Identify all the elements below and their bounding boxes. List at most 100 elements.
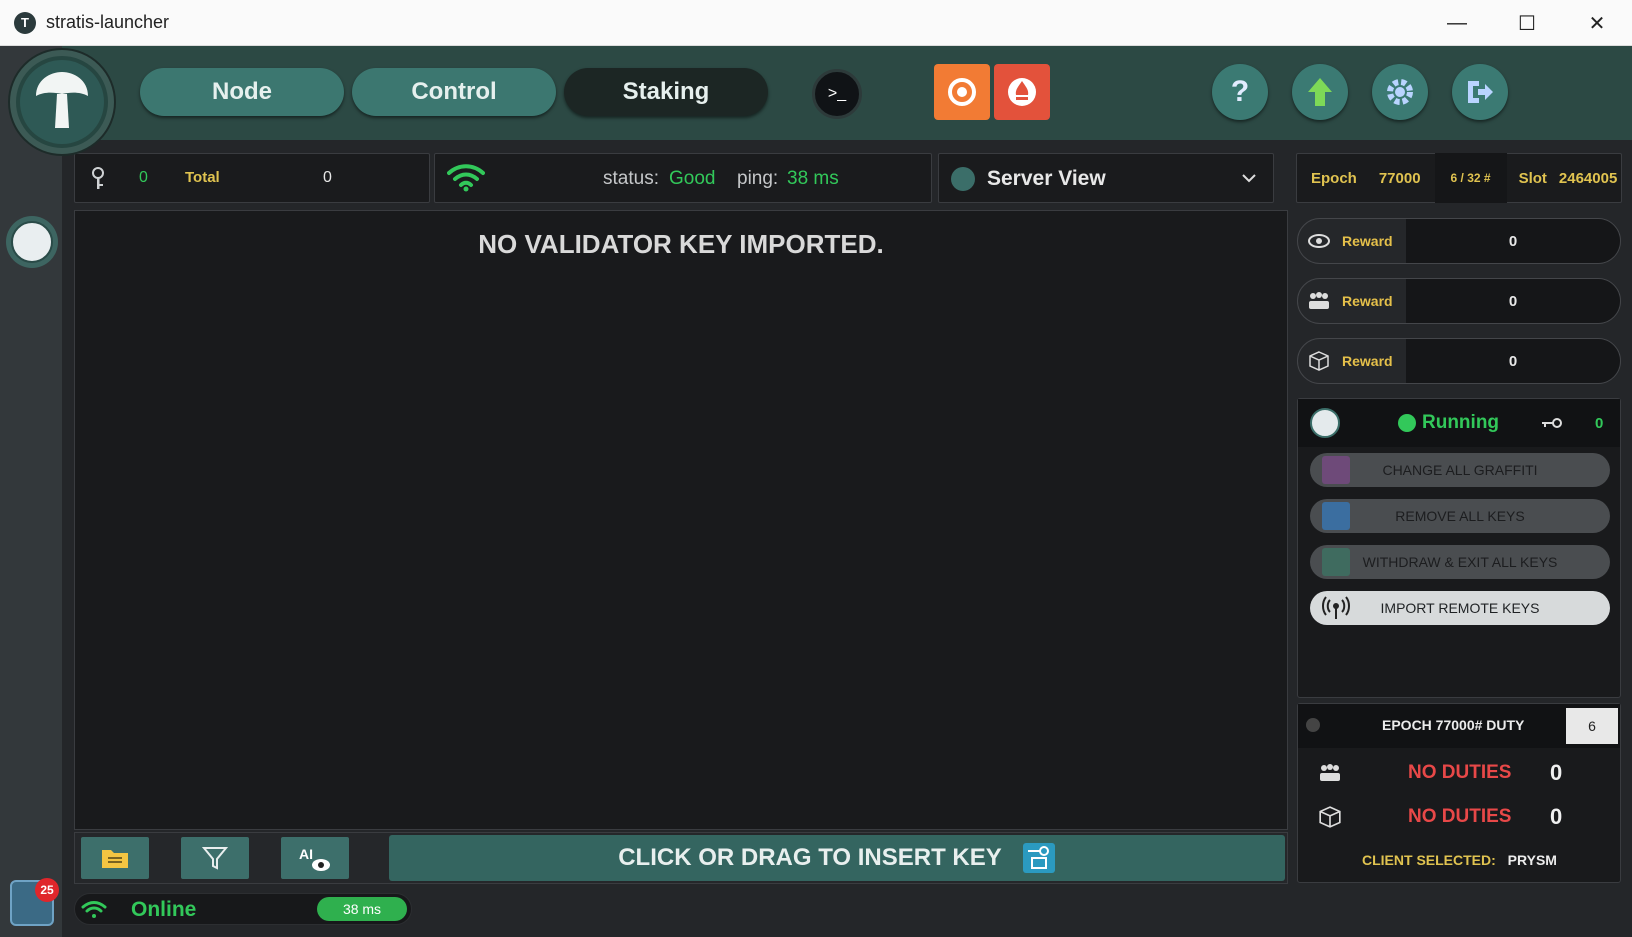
reward-value: 0 (1406, 219, 1620, 263)
connection-status: Online 38 ms (74, 893, 412, 925)
withdraw-exit-all-keys-button[interactable]: WITHDRAW & EXIT ALL KEYS (1310, 545, 1610, 579)
key-upload-icon (1022, 843, 1055, 873)
online-status: Online (131, 898, 197, 921)
duty-value: 0 (1550, 760, 1563, 785)
filter-button[interactable] (181, 837, 249, 879)
running-status-dot (1398, 414, 1416, 432)
folder-button[interactable] (81, 837, 149, 879)
window-title: stratis-launcher (46, 12, 170, 32)
key-icon (1542, 418, 1563, 428)
settings-button[interactable] (1372, 64, 1428, 120)
reward-attestation: Reward 0 (1297, 218, 1621, 264)
total-label: Total (185, 169, 220, 186)
mushroom-icon (36, 72, 88, 128)
cube-icon (1319, 806, 1341, 828)
logout-icon (1468, 81, 1493, 103)
import-remote-keys-button[interactable]: IMPORT REMOTE KEYS (1310, 591, 1610, 625)
ping-pill: 38 ms (317, 897, 407, 921)
maximize-button[interactable]: ☐ (1492, 0, 1562, 46)
chevron-down-icon (1242, 174, 1256, 183)
nav-node-button[interactable]: Node (140, 68, 344, 116)
reward-label: Reward (1342, 353, 1393, 369)
no-key-message: NO VALIDATOR KEY IMPORTED. (478, 229, 884, 259)
prometheus-icon[interactable] (994, 64, 1050, 120)
change-all-graffiti-button[interactable]: CHANGE ALL GRAFFITI (1310, 453, 1610, 487)
ai-view-button[interactable]: AI (281, 837, 349, 879)
status-label: status: (603, 168, 659, 189)
reward-label: Reward (1342, 293, 1393, 309)
validator-header: Running 0 (1298, 399, 1620, 447)
reward-value: 0 (1406, 279, 1620, 323)
reward-sync-committee: Reward 0 (1297, 278, 1621, 324)
insert-key-label: CLICK OR DRAG TO INSERT KEY (618, 844, 1002, 871)
status-value: Good (669, 168, 716, 189)
validator-panel: Running 0 CHANGE ALL GRAFFITI REMOVE ALL… (1297, 398, 1621, 698)
nav-control-button[interactable]: Control (352, 68, 556, 116)
ping-value: 38 ms (787, 168, 839, 189)
stereum-logo[interactable] (10, 50, 114, 154)
ping-label: ping: (737, 168, 779, 189)
arrow-up-icon (1308, 78, 1332, 106)
nav-staking-button[interactable]: Staking (564, 68, 768, 116)
client-selected-value: PRYSM (1507, 852, 1557, 868)
app-icon: T (14, 11, 36, 34)
window-controls: — ☐ ✕ (1422, 0, 1632, 46)
update-button[interactable] (1292, 64, 1348, 120)
key-icon (92, 167, 104, 189)
minimize-button[interactable]: — (1422, 0, 1492, 46)
network-status-bar: status: Good ping: 38 ms (434, 153, 932, 203)
key-count: 0 (139, 169, 148, 186)
cube-icon (1309, 351, 1329, 371)
graffiti-icon (1322, 456, 1350, 484)
remove-all-keys-label: REMOVE ALL KEYS (1395, 508, 1525, 524)
server-view-label: Server View (987, 167, 1106, 190)
svg-text:AI: AI (299, 846, 313, 862)
duty-icon (1306, 718, 1320, 732)
help-button[interactable]: ? (1212, 64, 1268, 120)
left-sidebar (0, 46, 62, 937)
slot-label: Slot (1518, 169, 1547, 187)
app-window: T stratis-launcher — ☐ ✕ 25 Node Control… (0, 0, 1632, 937)
title-bar: T stratis-launcher — ☐ ✕ (0, 0, 1632, 46)
sidebar-plugin-button[interactable] (6, 216, 58, 268)
filter-icon (201, 847, 229, 870)
duty-row: NO DUTIES 0 (1298, 756, 1620, 790)
top-nav: Node Control Staking >_ ? (62, 46, 1632, 140)
epoch-duty-panel: EPOCH 77000# DUTY 6 NO DUTIES 0 NO DUTIE… (1297, 703, 1621, 883)
wifi-icon (81, 901, 107, 918)
logout-button[interactable] (1452, 64, 1508, 120)
validator-key-count: 0 (1595, 414, 1604, 432)
insert-key-dropzone[interactable]: CLICK OR DRAG TO INSERT KEY (389, 835, 1285, 881)
plugin-icon (11, 221, 53, 263)
close-button[interactable]: ✕ (1562, 0, 1632, 46)
reward-label: Reward (1342, 233, 1393, 249)
epoch-label: Epoch (1311, 169, 1357, 187)
client-selected: CLIENT SELECTED: PRYSM (1362, 852, 1557, 868)
duty-value: 0 (1550, 804, 1563, 829)
epoch-value: 77000 (1378, 169, 1421, 187)
notification-badge: 25 (35, 878, 59, 902)
duty-status: NO DUTIES (1408, 762, 1512, 783)
server-view-dropdown[interactable]: Server View (938, 153, 1274, 203)
eye-icon (1308, 234, 1330, 248)
wifi-icon (447, 164, 485, 192)
server-icon (951, 167, 975, 191)
duty-header: EPOCH 77000# DUTY 6 (1298, 704, 1620, 748)
grafana-icon[interactable] (934, 64, 990, 120)
import-remote-keys-label: IMPORT REMOTE KEYS (1380, 600, 1540, 616)
validator-client-icon (1310, 408, 1340, 438)
epoch-bar: Epoch 77000 6 / 32 # Slot 2464005 (1296, 153, 1622, 203)
keys-summary-bar: 0 Total 0 (74, 153, 430, 203)
validator-key-panel: NO VALIDATOR KEY IMPORTED. (74, 210, 1288, 830)
duty-title: EPOCH 77000# DUTY (1382, 717, 1525, 733)
reward-block-proposal: Reward 0 (1297, 338, 1621, 384)
total-value: 0 (323, 169, 332, 186)
withdraw-icon (1322, 548, 1350, 576)
remove-all-keys-button[interactable]: REMOVE ALL KEYS (1310, 499, 1610, 533)
slot-value: 2464005 (1558, 169, 1618, 187)
terminal-button[interactable]: >_ (812, 69, 862, 119)
reward-value: 0 (1406, 339, 1620, 383)
running-status: Running (1422, 412, 1500, 433)
gear-icon (1387, 79, 1413, 105)
group-icon (1320, 764, 1340, 781)
